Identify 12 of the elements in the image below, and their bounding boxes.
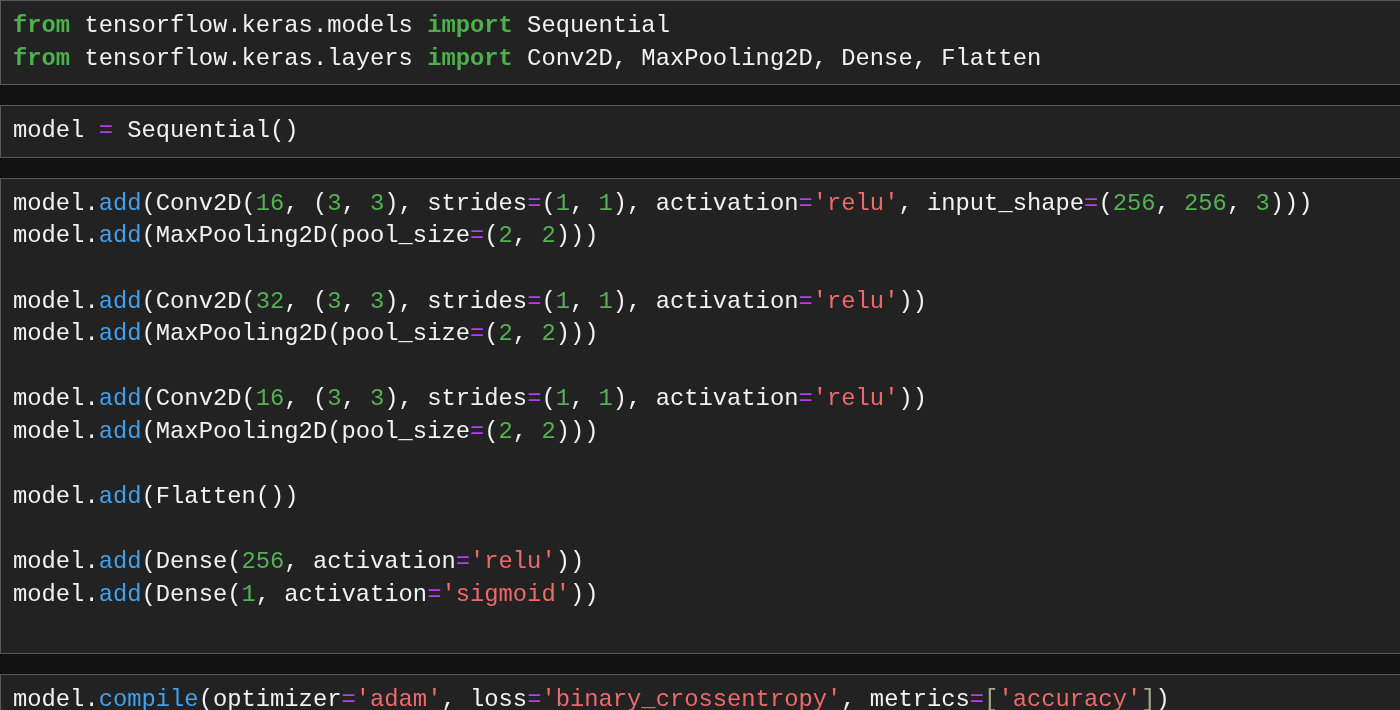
code-line: model.add(MaxPooling2D(pool_size=(2, 2))) bbox=[13, 221, 600, 252]
code-line: model = Sequential() bbox=[13, 116, 300, 147]
code-line: model.add(MaxPooling2D(pool_size=(2, 2))) bbox=[13, 416, 600, 447]
code-line: from tensorflow.keras.models import Sequential bbox=[13, 11, 671, 41]
code-line: model.add(Dense(256, activation='relu')) bbox=[13, 547, 586, 578]
code-line: model.add(Conv2D(32, (3, 3), strides=(1, 1), activation='relu')) bbox=[13, 286, 928, 317]
code-line: model.add(Conv2D(16, (3, 3), strides=(1, 1), activation='relu')) bbox=[13, 384, 928, 415]
code-line: from tensorflow.keras.layers import Conv2D, MaxPooling2D, Dense, Flatten bbox=[13, 43, 1043, 74]
code-line: model.add(MaxPooling2D(pool_size=(2, 2))) bbox=[13, 319, 600, 350]
code-line: model.add(Flatten()) bbox=[13, 482, 300, 513]
code-line: model.add(Conv2D(16, (3, 3), strides=(1, 1), activation='relu', input_shape=(256, 256, 3))) bbox=[13, 188, 1314, 219]
code-line: model.add(Dense(1, activation='sigmoid')) bbox=[13, 579, 600, 610]
